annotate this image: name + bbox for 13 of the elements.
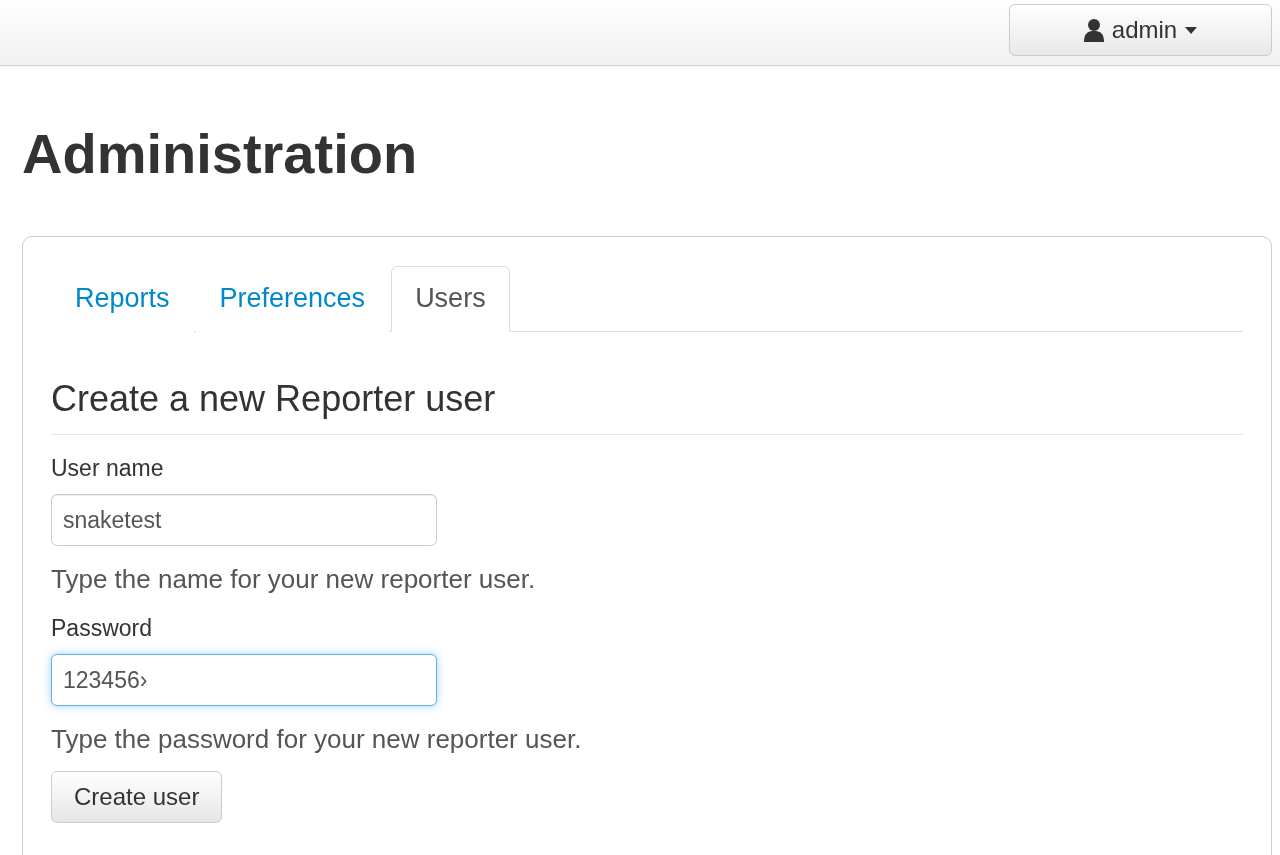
page-title: Administration xyxy=(22,122,419,186)
input-field[interactable]: 123456› xyxy=(51,654,437,706)
input-field[interactable]: snaketest xyxy=(51,494,437,546)
caret-icon xyxy=(1185,26,1198,34)
help-text: Type the name for your new reporter user. xyxy=(51,564,537,595)
user-icon xyxy=(1083,18,1104,42)
user-menu-button[interactable]: admin xyxy=(1009,4,1272,56)
field-label: Password xyxy=(51,615,153,642)
tab[interactable]: Users xyxy=(391,266,510,332)
create-user-button[interactable]: Create user xyxy=(51,771,223,823)
field-label: User name xyxy=(51,455,165,482)
form-heading: Create a new Reporter user xyxy=(51,378,1243,435)
help-text: Type the password for your new reporter user. xyxy=(51,724,583,755)
